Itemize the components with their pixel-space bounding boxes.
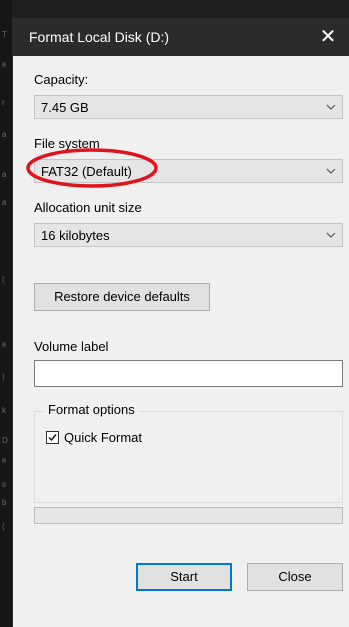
file-system-value: FAT32 (Default) <box>41 164 132 179</box>
bg-text-char: r <box>2 98 5 107</box>
allocation-unit-label: Allocation unit size <box>34 200 142 215</box>
bg-text-char: ( <box>2 522 5 531</box>
bg-text-char: a <box>2 198 7 207</box>
restore-defaults-button[interactable]: Restore device defaults <box>34 283 210 311</box>
file-system-label: File system <box>34 136 100 151</box>
allocation-unit-select[interactable]: 16 kilobytes <box>34 223 343 247</box>
file-system-select[interactable]: FAT32 (Default) <box>34 159 343 183</box>
dialog-title: Format Local Disk (D:) <box>29 29 170 45</box>
start-button[interactable]: Start <box>136 563 232 591</box>
quick-format-label[interactable]: Quick Format <box>64 430 142 445</box>
quick-format-checkbox[interactable] <box>46 431 59 444</box>
capacity-value: 7.45 GB <box>41 100 89 115</box>
bg-text-char: a <box>2 170 7 179</box>
volume-label-input[interactable] <box>34 360 343 387</box>
bg-text-char: s <box>2 480 6 489</box>
bg-text-char: b <box>2 498 7 507</box>
close-button[interactable]: Close <box>247 563 343 591</box>
background-window-edge: T e r a a a ( e ) k D e s b ( <box>0 0 12 627</box>
format-dialog: Format Local Disk (D:) ✕ Capacity: 7.45 … <box>12 18 349 627</box>
capacity-select[interactable]: 7.45 GB <box>34 95 343 119</box>
allocation-unit-value: 16 kilobytes <box>41 228 110 243</box>
capacity-label: Capacity: <box>34 72 89 87</box>
checkmark-icon <box>48 434 57 442</box>
bg-text-char: e <box>2 456 7 465</box>
bg-text-char: T <box>2 30 7 39</box>
format-progress-bar <box>34 507 343 524</box>
chevron-down-icon <box>326 104 336 110</box>
format-options-group <box>34 411 343 503</box>
volume-label-caption: Volume label <box>34 339 109 354</box>
bg-text-char: k <box>2 406 6 415</box>
chevron-down-icon <box>326 232 336 238</box>
title-bar: Format Local Disk (D:) ✕ <box>13 18 349 56</box>
bg-text-char: e <box>2 60 7 69</box>
close-icon[interactable]: ✕ <box>306 18 349 56</box>
bg-text-char: e <box>2 340 7 349</box>
bg-text-char: D <box>2 436 8 445</box>
chevron-down-icon <box>326 168 336 174</box>
bg-text-char: ( <box>2 275 5 284</box>
bg-text-char: ) <box>2 372 5 381</box>
bg-text-char: a <box>2 130 7 139</box>
format-options-title: Format options <box>44 402 139 417</box>
